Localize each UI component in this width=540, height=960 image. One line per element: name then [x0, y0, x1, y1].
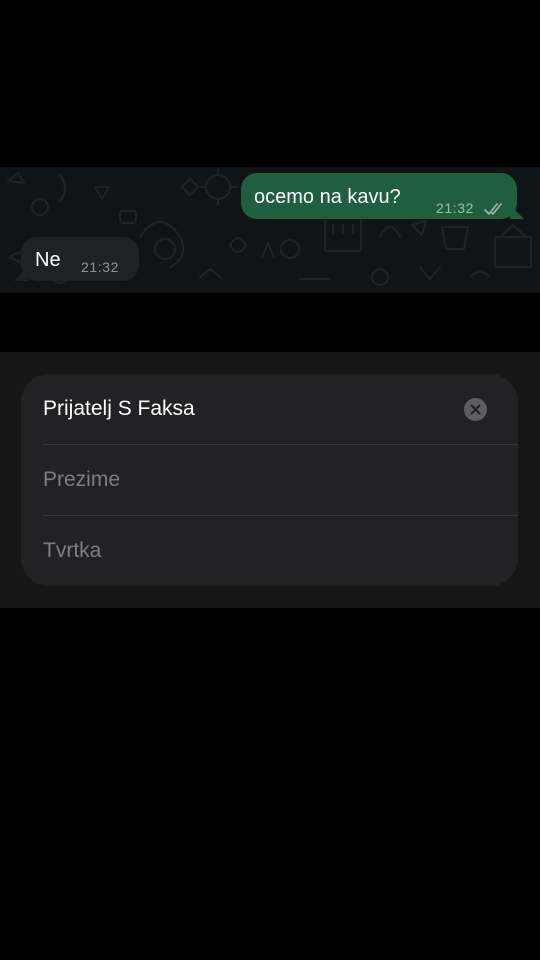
last-name-field[interactable]	[43, 461, 443, 499]
double-check-icon	[484, 203, 502, 215]
close-icon	[470, 404, 481, 415]
first-name-field[interactable]	[43, 390, 443, 428]
contact-name-card	[21, 374, 518, 586]
company-row	[21, 516, 518, 586]
message-text: Ne	[35, 249, 61, 271]
message-time: 21:32	[436, 200, 475, 216]
message-time: 21:32	[81, 259, 120, 275]
last-name-row	[21, 445, 518, 515]
new-contact-sheet	[0, 352, 540, 608]
first-name-row	[21, 374, 518, 444]
chat-preview: ocemo na kavu? 21:32 Ne 21:32	[0, 167, 540, 293]
incoming-message-bubble[interactable]: Ne 21:32	[21, 237, 139, 281]
clear-circle-icon[interactable]	[464, 398, 487, 421]
company-field[interactable]	[43, 532, 443, 570]
message-text: ocemo na kavu?	[254, 186, 401, 208]
outgoing-message-bubble[interactable]: ocemo na kavu? 21:32	[241, 173, 517, 219]
